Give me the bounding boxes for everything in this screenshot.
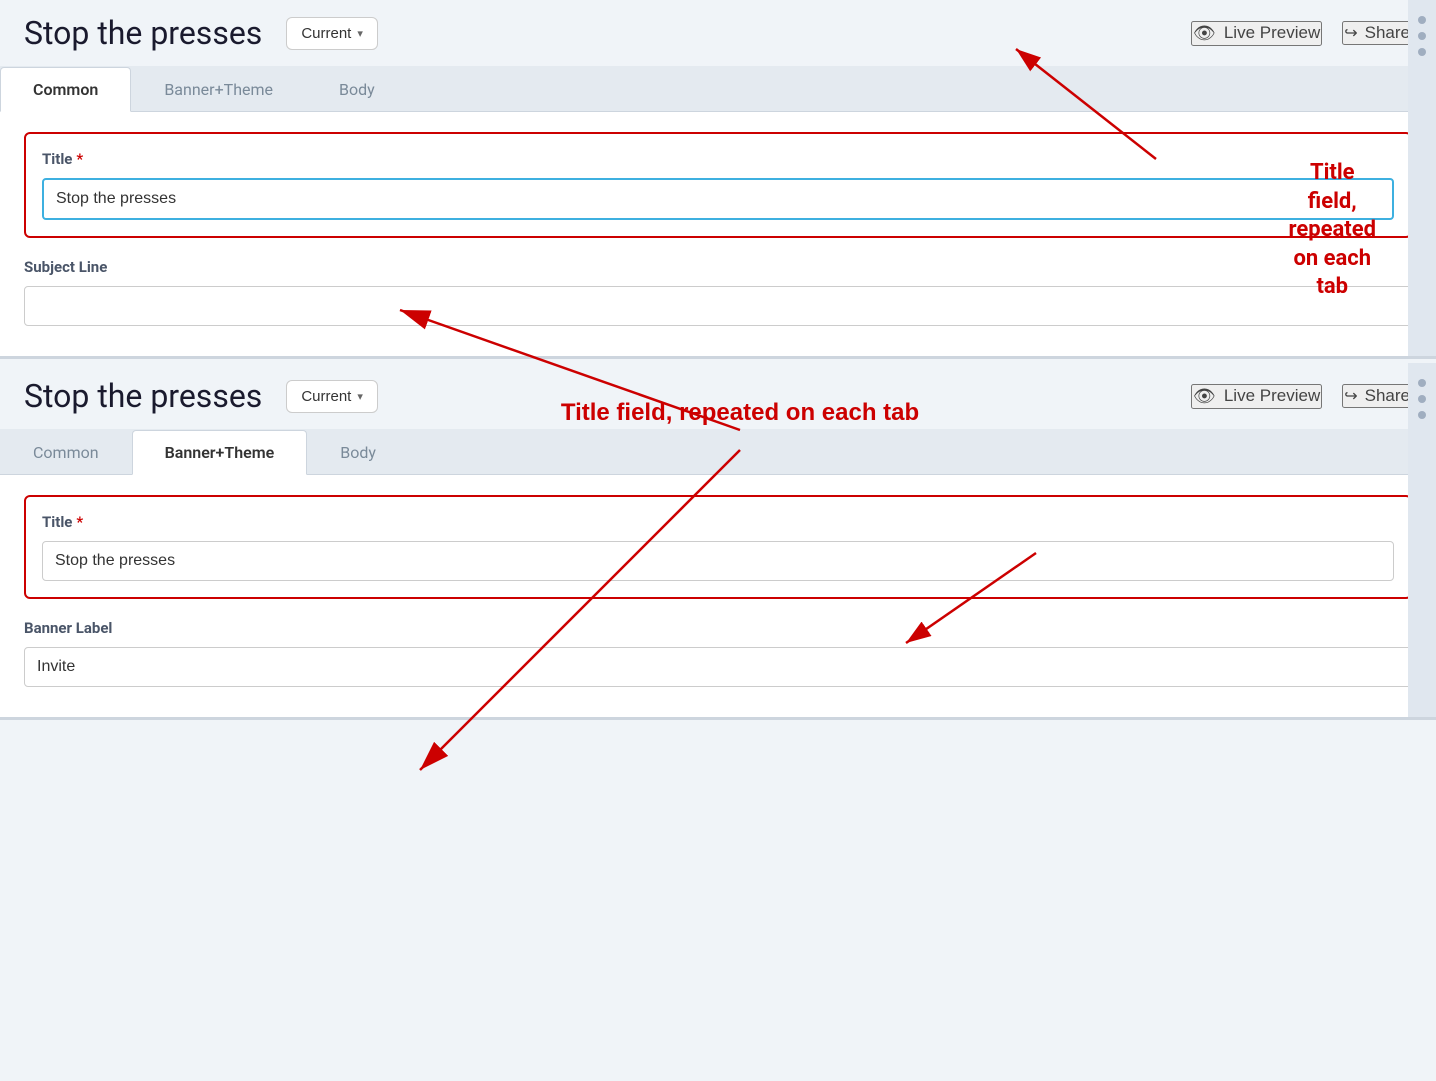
banner-label-section: Banner Label [24, 619, 1412, 687]
live-preview-label-2: Live Preview [1224, 386, 1320, 406]
chevron-icon-1: ▾ [357, 27, 363, 40]
sidebar-strip-2 [1408, 363, 1436, 717]
sidebar-dot-1c [1418, 48, 1426, 56]
share-button-2[interactable]: ↪ Share [1342, 384, 1412, 408]
tab-banner-theme-label-1: Banner+Theme [164, 80, 273, 99]
current-button-2[interactable]: Current ▾ [286, 380, 378, 413]
share-label-2: Share [1365, 386, 1410, 406]
section-2: Stop the presses Current ▾ 👁 Live Previe… [0, 363, 1436, 720]
banner-label-label: Banner Label [24, 619, 1412, 637]
content-area-2: Title * Banner Label [0, 475, 1436, 717]
title-field-container-2: Title * [24, 495, 1412, 599]
tab-bar-2: Common Banner+Theme Body [0, 429, 1436, 475]
tab-body-2[interactable]: Body [307, 430, 409, 475]
page-title-1: Stop the presses [24, 14, 262, 52]
current-label-1: Current [301, 25, 351, 42]
header-right-2: 👁 Live Preview ↪ Share [1191, 384, 1412, 409]
tab-common-label-1: Common [33, 80, 98, 99]
tab-common-label-2: Common [33, 443, 99, 462]
required-star-2: * [76, 513, 83, 531]
chevron-icon-2: ▾ [357, 390, 363, 403]
sidebar-dot-1a [1418, 16, 1426, 24]
tab-banner-theme-2[interactable]: Banner+Theme [132, 430, 308, 475]
tab-banner-theme-label-2: Banner+Theme [165, 443, 275, 462]
sidebar-dot-1b [1418, 32, 1426, 40]
tab-body-1[interactable]: Body [306, 67, 408, 112]
share-icon-2: ↪ [1344, 386, 1357, 406]
tab-common-1[interactable]: Common [0, 67, 131, 112]
tab-body-label-1: Body [339, 80, 375, 99]
sidebar-strip-1 [1408, 0, 1436, 356]
tab-common-2[interactable]: Common [0, 430, 132, 475]
title-label-2: Title * [42, 513, 1394, 531]
tab-banner-theme-1[interactable]: Banner+Theme [131, 67, 306, 112]
current-button-1[interactable]: Current ▾ [286, 17, 378, 50]
banner-label-input[interactable] [24, 647, 1412, 687]
tab-body-label-2: Body [340, 443, 376, 462]
eye-icon-2: 👁 [1193, 386, 1216, 407]
sidebar-dot-2c [1418, 411, 1426, 419]
annotation-text: Title field, repeated on each tab [1289, 159, 1376, 302]
sidebar-dot-2b [1418, 395, 1426, 403]
header-2: Stop the presses Current ▾ 👁 Live Previe… [0, 363, 1436, 429]
live-preview-button-2[interactable]: 👁 Live Preview [1191, 384, 1322, 409]
sidebar-dot-2a [1418, 379, 1426, 387]
current-label-2: Current [301, 388, 351, 405]
page-title-2: Stop the presses [24, 377, 262, 415]
title-input-2[interactable] [42, 541, 1394, 581]
required-star-1: * [76, 150, 83, 168]
